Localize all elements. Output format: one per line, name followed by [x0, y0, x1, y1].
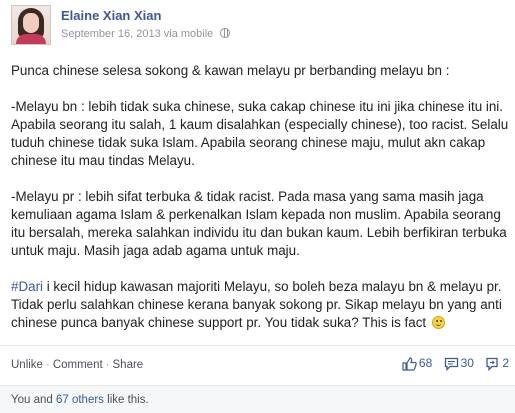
facebook-post: Elaine Xian Xian September 16, 2013 via …: [0, 0, 515, 413]
comment-count: 30: [460, 356, 474, 371]
likes-tail: like this.: [103, 394, 149, 406]
like-count: 68: [418, 356, 433, 371]
post-date[interactable]: September 16, 2013: [61, 28, 161, 40]
post-line-text: i kecil hidup kawasan majoriti Melayu, s…: [43, 279, 502, 294]
author-avatar[interactable]: [11, 5, 51, 45]
comment-count-group[interactable]: 30: [444, 356, 474, 372]
avatar-face-shape: [23, 13, 39, 33]
post-line-text: chinese punca banyak chinese support pr.…: [11, 315, 427, 330]
post-line: #Dari i kecil hidup kawasan majoriti Mel…: [11, 278, 506, 296]
post-line: -Melayu pr : lebih sifat terbuka & tidak…: [11, 189, 484, 204]
likes-summary-bar: You and 67 others like this.: [0, 385, 515, 413]
share-count: 2: [502, 356, 509, 371]
share-count-group[interactable]: 2: [485, 356, 509, 372]
divider: [0, 345, 515, 346]
like-count-group[interactable]: 68: [402, 356, 432, 371]
post-line: untuk maju. Masih jaga adab agama untuk …: [11, 243, 300, 258]
likes-summary: You and 67 others like this.: [11, 394, 149, 406]
share-icon: [486, 358, 498, 372]
post-line: Tidak perlu salahkan chinese kerana bany…: [11, 297, 502, 312]
likes-you: You and: [11, 394, 56, 406]
avatar-shirt-shape: [16, 34, 46, 44]
post-header: Elaine Xian Xian September 16, 2013 via …: [11, 5, 506, 47]
post-line: Apabila seorang itu salah, 1 kaum disala…: [11, 117, 509, 132]
hashtag-link[interactable]: #Dari: [11, 279, 43, 294]
post-line: -Melayu bn : lebih tidak suka chinese, s…: [11, 99, 504, 114]
thumbs-up-icon: [402, 357, 417, 371]
likes-others-link[interactable]: 67 others: [56, 394, 104, 406]
post-line: chinese itu mau tindas Melayu.: [11, 153, 195, 168]
post-line: kemuliaan agama Islam & perkenalkan Isla…: [11, 207, 501, 222]
post-line: chinese punca banyak chinese support pr.…: [11, 314, 506, 332]
post-actions: Unlike · Comment · Share: [11, 359, 143, 371]
share-link[interactable]: Share: [113, 359, 144, 371]
author-name[interactable]: Elaine Xian Xian: [61, 8, 161, 23]
unlike-link[interactable]: Unlike: [11, 359, 43, 371]
post-line: itu bersalah, mereka salahkan individu i…: [11, 225, 507, 240]
speech-bubble-icon: [444, 358, 458, 372]
smiley-icon: [431, 316, 445, 329]
separator: ·: [45, 359, 50, 371]
post-body: Punca chinese selesa sokong & kawan mela…: [11, 62, 509, 332]
comment-link[interactable]: Comment: [53, 359, 103, 371]
post-meta: September 16, 2013 via mobile: [61, 28, 231, 40]
post-source: via mobile: [163, 28, 214, 40]
engagement-counts: 68 30 2: [394, 356, 509, 376]
post-line: tuduh chinese tidak suka Islam. Apabila …: [11, 135, 486, 150]
post-line: Punca chinese selesa sokong & kawan mela…: [11, 63, 450, 78]
separator: ·: [105, 359, 110, 371]
globe-icon[interactable]: [220, 28, 231, 38]
